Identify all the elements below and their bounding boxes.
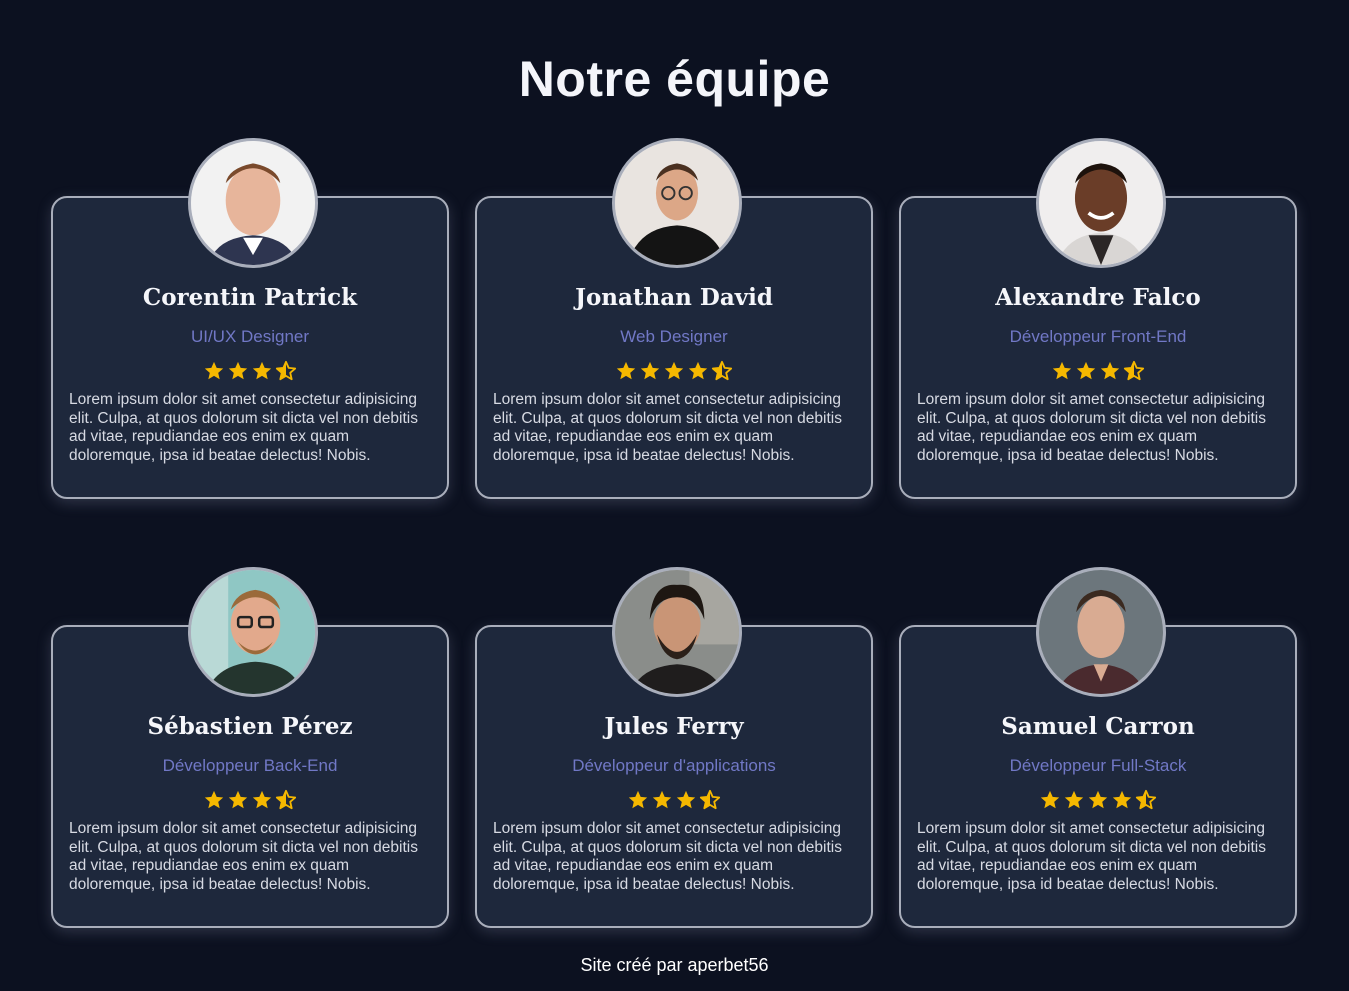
star-icon <box>203 360 225 382</box>
avatar <box>188 138 318 268</box>
star-icon <box>1051 360 1073 382</box>
team-card: Corentin Patrick UI/UX Designer Lorem ip… <box>51 138 449 499</box>
member-description: Lorem ipsum dolor sit amet consectetur a… <box>917 391 1266 464</box>
rating-stars <box>901 360 1295 382</box>
star-icon <box>251 789 273 811</box>
half-star-icon <box>699 789 721 811</box>
page-title: Notre équipe <box>518 51 831 107</box>
footer-credit: Site créé par aperbet56 <box>580 955 769 975</box>
star-icon <box>251 360 273 382</box>
avatar <box>1036 567 1166 697</box>
member-role: UI/UX Designer <box>190 327 310 346</box>
member-role: Développeur Front-End <box>1009 327 1187 346</box>
rating-stars <box>477 789 871 811</box>
star-icon <box>1099 360 1121 382</box>
rating-stars <box>53 360 447 382</box>
member-name: Jonathan David <box>575 284 773 311</box>
avatar <box>612 567 742 697</box>
star-icon <box>227 789 249 811</box>
avatar <box>612 138 742 268</box>
star-icon <box>651 789 673 811</box>
member-role: Développeur Full-Stack <box>1009 756 1187 775</box>
member-description: Lorem ipsum dolor sit amet consectetur a… <box>493 391 842 464</box>
star-icon <box>1111 789 1133 811</box>
half-star-icon <box>1135 789 1157 811</box>
member-name: Jules Ferry <box>604 713 744 740</box>
team-card: Samuel Carron Développeur Full-Stack Lor… <box>899 567 1297 928</box>
star-icon <box>203 789 225 811</box>
rating-stars <box>477 360 871 382</box>
member-description: Lorem ipsum dolor sit amet consectetur a… <box>69 820 418 893</box>
half-star-icon <box>1123 360 1145 382</box>
rating-stars <box>53 789 447 811</box>
member-name: Corentin Patrick <box>142 284 358 311</box>
member-description: Lorem ipsum dolor sit amet consectetur a… <box>69 391 418 464</box>
team-card: Sébastien Pérez Développeur Back-End Lor… <box>51 567 449 928</box>
member-role: Développeur Back-End <box>162 756 338 775</box>
star-icon <box>663 360 685 382</box>
star-icon <box>1087 789 1109 811</box>
member-name: Sébastien Pérez <box>147 713 353 740</box>
member-role: Web Designer <box>620 327 728 346</box>
member-name: Samuel Carron <box>1001 713 1195 740</box>
star-icon <box>627 789 649 811</box>
team-page: Notre équipe Corentin Patrick UI/UX Desi… <box>0 0 1349 991</box>
rating-stars <box>901 789 1295 811</box>
half-star-icon <box>275 360 297 382</box>
member-name: Alexandre Falco <box>995 284 1201 311</box>
star-icon <box>675 789 697 811</box>
star-icon <box>227 360 249 382</box>
half-star-icon <box>711 360 733 382</box>
star-icon <box>1039 789 1061 811</box>
member-description: Lorem ipsum dolor sit amet consectetur a… <box>493 820 842 893</box>
member-description: Lorem ipsum dolor sit amet consectetur a… <box>917 820 1266 893</box>
star-icon <box>1063 789 1085 811</box>
team-card: Jules Ferry Développeur d'applications L… <box>475 567 873 928</box>
star-icon <box>1075 360 1097 382</box>
star-icon <box>687 360 709 382</box>
half-star-icon <box>275 789 297 811</box>
avatar <box>188 567 318 697</box>
star-icon <box>615 360 637 382</box>
star-icon <box>639 360 661 382</box>
avatar <box>1036 138 1166 268</box>
member-role: Développeur d'applications <box>572 756 776 775</box>
team-card: Jonathan David Web Designer Lorem ipsum … <box>475 138 873 499</box>
team-card: Alexandre Falco Développeur Front-End Lo… <box>899 138 1297 499</box>
